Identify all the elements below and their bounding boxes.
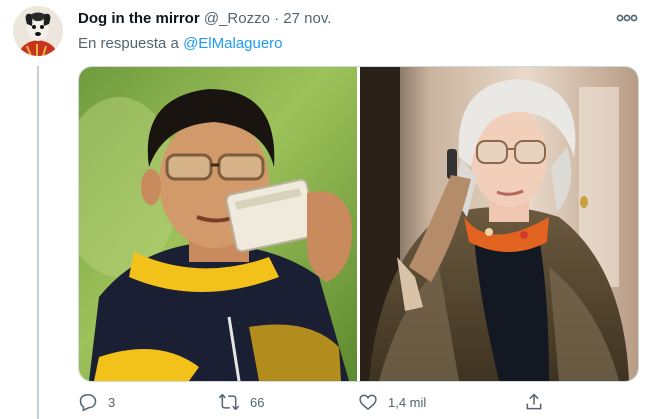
tweet-actions: 3 66 1,4 mil bbox=[78, 392, 618, 416]
reply-prefix: En respuesta a bbox=[78, 35, 179, 52]
media-image bbox=[79, 67, 638, 381]
tweet-header: Dog in the mirror @_Rozzo · 27 nov. bbox=[78, 9, 331, 29]
like-icon bbox=[359, 394, 377, 411]
more-button[interactable] bbox=[613, 8, 641, 28]
left-photo bbox=[79, 67, 357, 381]
reply-to-link[interactable]: @ElMalaguero bbox=[183, 35, 282, 52]
like-action[interactable]: 1,4 mil bbox=[358, 392, 426, 412]
share-action[interactable] bbox=[524, 392, 544, 412]
reply-context: En respuesta a @ElMalaguero bbox=[78, 34, 283, 54]
reply-action[interactable]: 3 bbox=[78, 392, 115, 412]
right-photo bbox=[360, 67, 638, 381]
retweet-icon bbox=[218, 394, 240, 410]
tweet-date[interactable]: 27 nov. bbox=[283, 10, 331, 27]
share-icon bbox=[526, 393, 542, 410]
thread-line bbox=[37, 66, 39, 419]
separator: · bbox=[274, 10, 280, 27]
handle[interactable]: @_Rozzo bbox=[204, 10, 270, 27]
reply-icon bbox=[79, 394, 97, 412]
display-name[interactable]: Dog in the mirror bbox=[78, 10, 200, 27]
retweet-count: 66 bbox=[250, 394, 265, 410]
more-icon bbox=[616, 14, 638, 22]
dog-avatar-icon bbox=[13, 6, 63, 56]
tweet-media[interactable] bbox=[78, 66, 639, 382]
like-count: 1,4 mil bbox=[388, 394, 427, 410]
reply-count: 3 bbox=[108, 394, 116, 410]
retweet-action[interactable]: 66 bbox=[218, 392, 264, 412]
avatar[interactable] bbox=[13, 6, 63, 56]
